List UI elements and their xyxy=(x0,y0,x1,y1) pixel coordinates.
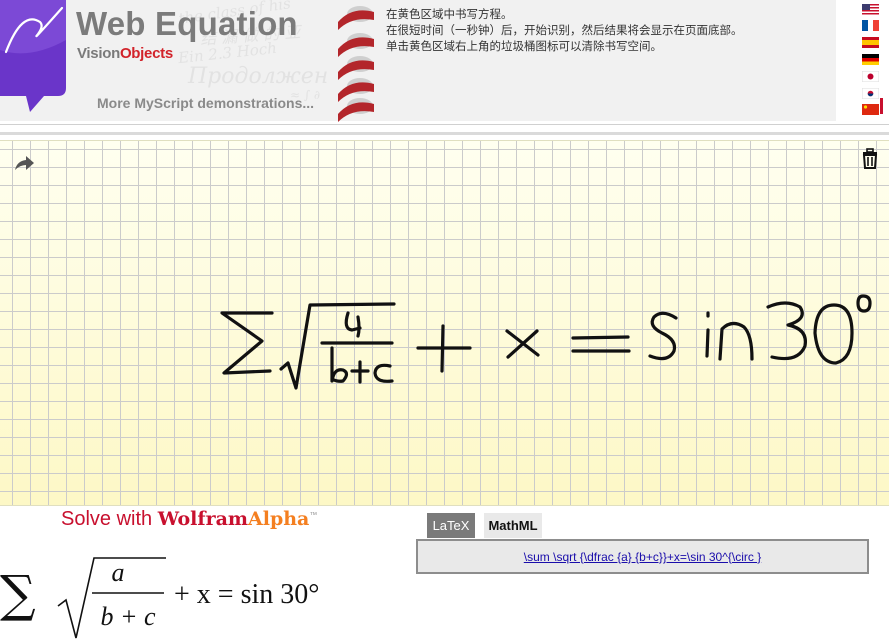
ink-degree xyxy=(856,294,872,313)
ink-numerator-a xyxy=(344,311,362,338)
ink-s xyxy=(648,311,678,361)
handwriting-input-area[interactable] xyxy=(0,140,889,506)
instruction-line: 单击黄色区域右上角的垃圾桶图标可以清除书写空间。 xyxy=(386,41,662,53)
app-title: Web Equation xyxy=(76,5,298,42)
ink-equals xyxy=(571,335,631,353)
us-flag-icon[interactable] xyxy=(862,4,879,15)
latex-output-box: \sum \sqrt {\dfrac {a} {b+c}}+x=\sin 30^… xyxy=(416,539,869,574)
france-flag-icon[interactable] xyxy=(862,20,879,31)
tab-latex[interactable]: LaTeX xyxy=(427,513,475,538)
ink-denominator-c xyxy=(373,363,394,383)
handwritten-equation xyxy=(220,294,872,390)
china-flag-icon[interactable] xyxy=(862,104,879,115)
spiral-binding-icon xyxy=(338,6,374,122)
myscript-logo-icon xyxy=(0,0,66,112)
ink-denominator-plus xyxy=(350,360,370,384)
ink-plus xyxy=(416,324,472,373)
solve-with-label: Solve with xyxy=(61,508,153,530)
ink-sigma xyxy=(220,311,274,375)
equation-denominator: b + c xyxy=(100,602,156,631)
ink-denominator-b xyxy=(330,346,349,383)
ink-n xyxy=(718,321,754,361)
equation-numerator: a xyxy=(112,558,125,587)
instruction-line: 在黄色区域中书写方程。 xyxy=(386,9,513,21)
undo-arrow-icon[interactable] xyxy=(12,153,36,173)
ink-zero xyxy=(813,303,854,365)
more-demonstrations-link[interactable]: More MyScript demonstrations... xyxy=(97,95,314,111)
ink-x xyxy=(505,329,540,359)
brand-objects: Objects xyxy=(119,45,173,62)
equation-sigma: ∑ xyxy=(0,565,36,623)
header-divider xyxy=(0,124,889,125)
visionobjects-brand: VisionObjects xyxy=(77,45,173,62)
header-divider-shadow xyxy=(0,132,889,135)
ink-i xyxy=(705,311,710,358)
instructions: 在黄色区域中书写方程。 在很短时间（一秒钟）后，开始识别，然后结果将会显示在页面… xyxy=(386,7,743,55)
rendered-equation: ∑ a b + c + x = sin 30° xyxy=(0,557,319,639)
wolfram-brand: Wolfram xyxy=(157,508,248,530)
instruction-line: 在很短时间（一秒钟）后，开始识别，然后结果将会显示在页面底部。 xyxy=(386,25,743,37)
trademark-mark: ™ xyxy=(309,510,318,520)
korea-flag-icon[interactable] xyxy=(862,88,879,99)
tab-mathml-label: MathML xyxy=(488,518,538,533)
ink-three xyxy=(766,301,807,361)
selected-language-indicator xyxy=(880,98,883,114)
latex-output-link[interactable]: \sum \sqrt {\dfrac {a} {b+c}}+x=\sin 30^… xyxy=(418,550,867,564)
tab-latex-label: LaTeX xyxy=(432,518,470,533)
japan-flag-icon[interactable] xyxy=(862,71,879,82)
spain-flag-icon[interactable] xyxy=(862,37,879,48)
trash-icon[interactable] xyxy=(860,147,880,169)
alpha-brand: Alpha xyxy=(248,508,310,530)
equation-rhs: + x = sin 30° xyxy=(174,579,319,610)
header: the class of his 结 漏 做 的 亚 Ein 2.3 Hoch … xyxy=(0,0,889,124)
solve-with-wolframalpha-link[interactable]: Solve with WolframAlpha™ xyxy=(61,508,317,531)
tab-mathml[interactable]: MathML xyxy=(484,513,542,538)
germany-flag-icon[interactable] xyxy=(862,54,879,65)
brand-vision: Vision xyxy=(77,45,120,62)
